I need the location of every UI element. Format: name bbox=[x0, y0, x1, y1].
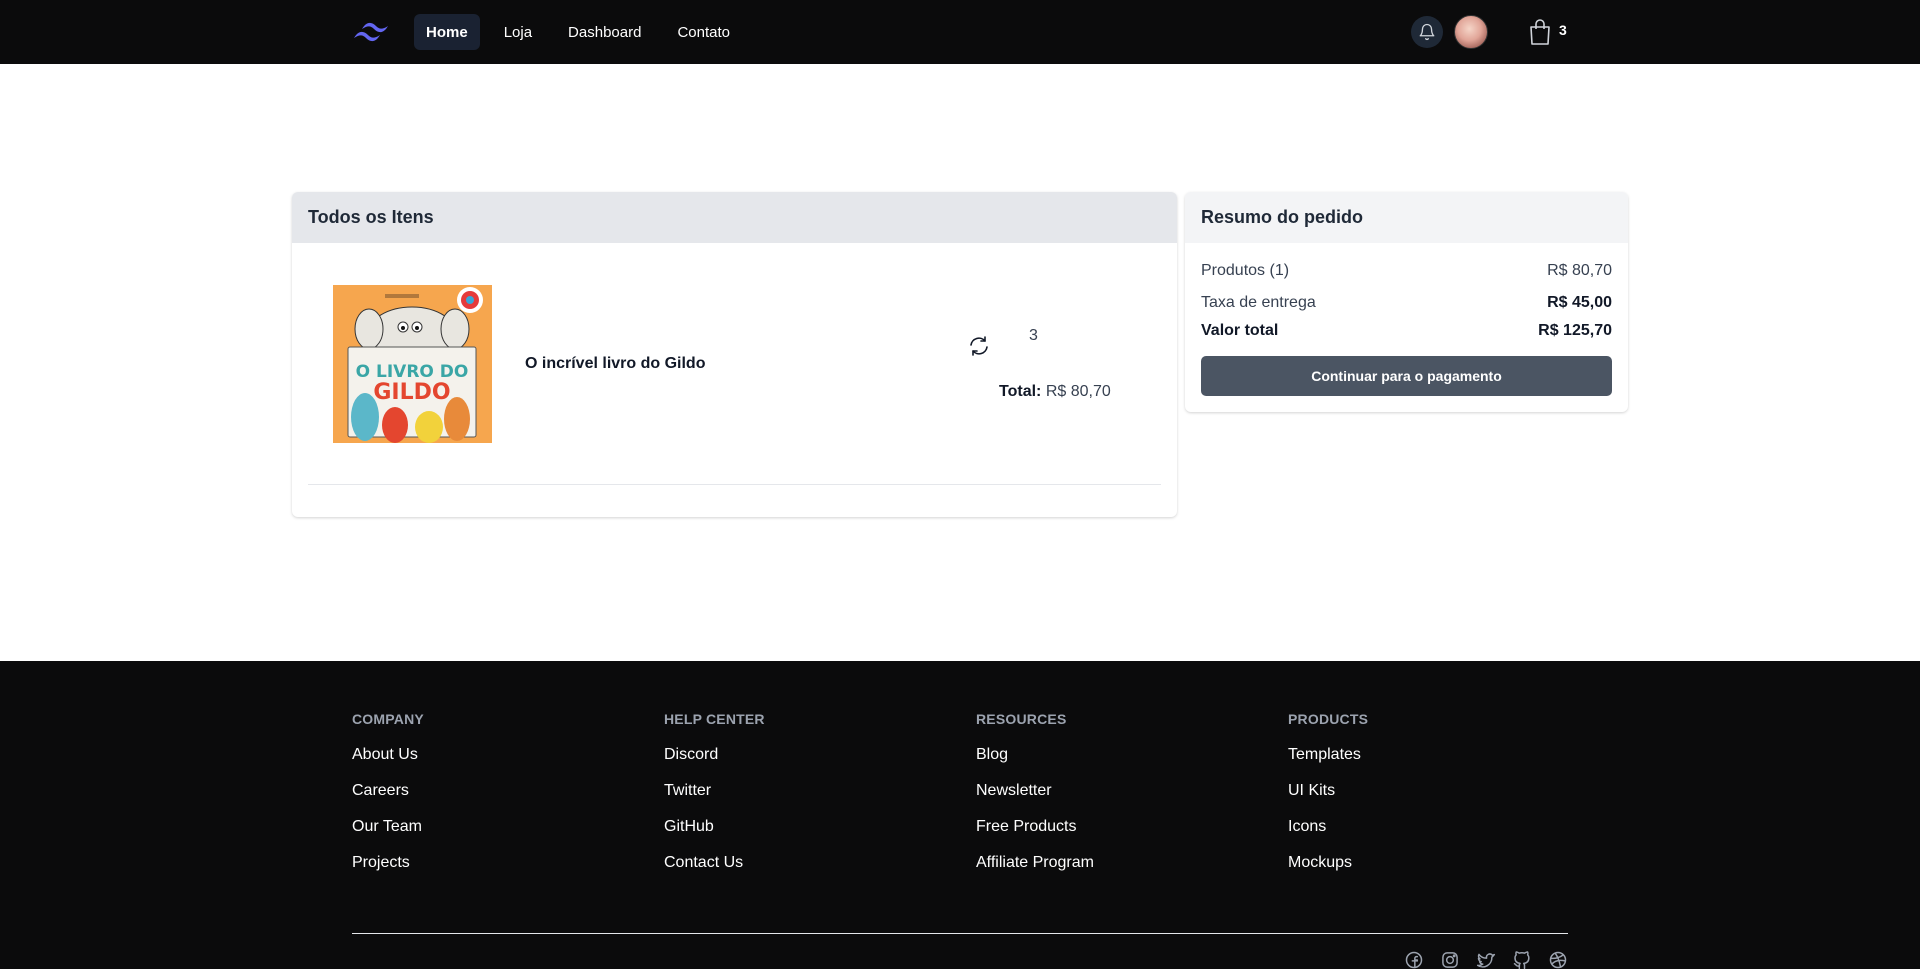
footer-column-company: Company About Us Careers Our Team Projec… bbox=[352, 711, 592, 889]
footer-link[interactable]: Newsletter bbox=[976, 781, 1216, 817]
item-divider bbox=[308, 484, 1161, 485]
footer-link[interactable]: UI Kits bbox=[1288, 781, 1528, 817]
footer-heading: Products bbox=[1288, 711, 1369, 727]
order-summary-title: Resumo do pedido bbox=[1185, 192, 1628, 243]
footer-heading: Company bbox=[352, 711, 424, 727]
summary-delivery-value: R$ 45,00 bbox=[1547, 294, 1612, 311]
footer-link[interactable]: Projects bbox=[352, 853, 592, 889]
nav-link-dashboard[interactable]: Dashboard bbox=[556, 14, 653, 50]
bell-icon bbox=[1419, 23, 1435, 41]
footer-link[interactable]: GitHub bbox=[664, 817, 904, 853]
summary-total-label: Valor total bbox=[1201, 322, 1279, 339]
footer-link[interactable]: Free Products bbox=[976, 817, 1216, 853]
summary-products-row: Produtos (1) R$ 80,70 bbox=[1201, 262, 1612, 280]
summary-delivery-label: Taxa de entrega bbox=[1201, 294, 1316, 311]
footer-link[interactable]: Affiliate Program bbox=[976, 853, 1216, 889]
footer-link[interactable]: Our Team bbox=[352, 817, 592, 853]
continue-to-payment-button[interactable]: Continuar para o pagamento bbox=[1201, 356, 1612, 396]
svg-text:GILDO: GILDO bbox=[373, 380, 450, 405]
footer-column-products: Products Templates UI Kits Icons Mockups bbox=[1288, 711, 1528, 889]
footer-link[interactable]: Mockups bbox=[1288, 853, 1528, 889]
footer-link[interactable]: Careers bbox=[352, 781, 592, 817]
dribbble-icon[interactable] bbox=[1548, 950, 1568, 970]
footer-link[interactable]: Blog bbox=[976, 745, 1216, 781]
cart-items-title: Todos os Itens bbox=[292, 192, 1177, 243]
svg-text:O LIVRO DO: O LIVRO DO bbox=[356, 362, 469, 382]
product-image-book-cover[interactable]: O LIVRO DO GILDO bbox=[333, 285, 492, 443]
tailwind-logo-icon[interactable] bbox=[352, 18, 392, 46]
footer: Company About Us Careers Our Team Projec… bbox=[0, 661, 1920, 970]
nav-link-home[interactable]: Home bbox=[414, 14, 480, 50]
facebook-icon[interactable] bbox=[1404, 950, 1424, 970]
navbar: Home Loja Dashboard Contato 3 bbox=[0, 0, 1920, 64]
main-nav: Home Loja Dashboard Contato bbox=[414, 14, 750, 50]
summary-delivery-row: Taxa de entrega R$ 45,00 bbox=[1201, 294, 1612, 312]
summary-total-row: Valor total R$ 125,70 bbox=[1201, 322, 1612, 340]
footer-link[interactable]: Contact Us bbox=[664, 853, 904, 889]
navbar-inner: Home Loja Dashboard Contato 3 bbox=[352, 0, 1568, 64]
instagram-icon[interactable] bbox=[1440, 950, 1460, 970]
product-line-total: Total: R$ 80,70 bbox=[999, 383, 1111, 401]
user-avatar[interactable] bbox=[1454, 15, 1488, 49]
footer-heading: Help Center bbox=[664, 711, 765, 727]
line-total-label: Total: bbox=[999, 383, 1042, 400]
footer-link[interactable]: About Us bbox=[352, 745, 592, 781]
nav-link-loja[interactable]: Loja bbox=[492, 14, 544, 50]
footer-link[interactable]: Templates bbox=[1288, 745, 1528, 781]
twitter-icon[interactable] bbox=[1476, 950, 1496, 970]
footer-link[interactable]: Icons bbox=[1288, 817, 1528, 853]
footer-divider bbox=[352, 933, 1568, 934]
cart-count-badge: 3 bbox=[1559, 22, 1567, 38]
footer-column-resources: Resources Blog Newsletter Free Products … bbox=[976, 711, 1216, 889]
product-name[interactable]: O incrível livro do Gildo bbox=[525, 355, 705, 373]
refresh-icon[interactable] bbox=[967, 334, 991, 358]
social-links bbox=[1404, 950, 1568, 970]
cart-items-card: Todos os Itens O LIVRO DO GILDO O incrív… bbox=[292, 192, 1177, 517]
summary-products-label: Produtos (1) bbox=[1201, 262, 1290, 279]
github-icon[interactable] bbox=[1512, 950, 1532, 970]
product-quantity[interactable]: 3 bbox=[1029, 327, 1038, 345]
footer-link[interactable]: Twitter bbox=[664, 781, 904, 817]
line-total-value: R$ 80,70 bbox=[1045, 383, 1111, 400]
nav-link-contato[interactable]: Contato bbox=[665, 14, 742, 50]
footer-heading: Resources bbox=[976, 711, 1067, 727]
footer-column-help-center: Help Center Discord Twitter GitHub Conta… bbox=[664, 711, 904, 889]
summary-total-value: R$ 125,70 bbox=[1538, 322, 1612, 339]
summary-products-value: R$ 80,70 bbox=[1547, 262, 1612, 279]
footer-link[interactable]: Discord bbox=[664, 745, 904, 781]
shopping-bag-icon[interactable] bbox=[1528, 18, 1552, 46]
notifications-button[interactable] bbox=[1411, 16, 1443, 48]
order-summary-card: Resumo do pedido Produtos (1) R$ 80,70 T… bbox=[1185, 192, 1628, 412]
